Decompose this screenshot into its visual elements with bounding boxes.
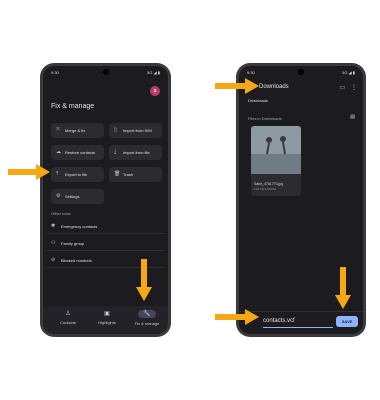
arrow-save [335, 267, 351, 309]
status-indicators-right: 5G ◢ ▮ [342, 70, 355, 75]
export-file-label: Export to file [65, 172, 88, 177]
camera-hole-right [298, 69, 304, 75]
merge-icon: ⤧ [56, 127, 61, 133]
emergency-contacts-item[interactable]: ✱ Emergency contacts [47, 219, 164, 234]
arrow-downloads [215, 78, 259, 94]
downloads-title: Downloads [259, 84, 289, 90]
nav-fix-manage-label: Fix & manage [134, 321, 160, 326]
new-folder-icon[interactable]: ▭ [339, 84, 345, 91]
filename-underline [263, 327, 333, 328]
export-file-button[interactable]: ⤒ Export to file [51, 167, 104, 182]
list-view-icon[interactable]: ▤ [350, 114, 355, 120]
block-icon: ⊘ [51, 257, 56, 263]
cloud-icon: ☁ [56, 149, 61, 155]
nav-fix-manage[interactable]: 🔧 Fix & manage [127, 310, 167, 326]
arrow-fix-manage [136, 259, 152, 301]
import-sim-button[interactable]: ▯ Import from SIM [109, 123, 162, 138]
status-indicators: 5G ◢ ▮ [147, 70, 160, 75]
wrench-icon: 🔧 [138, 310, 156, 318]
family-group-label: Family group [61, 240, 85, 246]
trash-icon: 🗑 [114, 171, 121, 177]
sim-icon: ▯ [114, 127, 117, 133]
nav-highlights-label: Highlights [98, 320, 116, 325]
breadcrumb[interactable]: Downloads [248, 98, 268, 103]
save-button[interactable]: SAVE [336, 316, 358, 327]
gear-icon: ⚙ [56, 193, 61, 199]
page-title: Fix & manage [51, 103, 95, 110]
trash-button[interactable]: 🗑 Trash [109, 167, 162, 182]
more-options-icon[interactable]: ⋮ [351, 84, 357, 91]
import-file-label: Import from file [123, 150, 150, 155]
nav-contacts[interactable]: ♙ Contacts [48, 310, 88, 325]
group-icon: ⚇ [51, 240, 56, 246]
file-name: Saint_4781770.jpg [254, 182, 284, 186]
arrow-filename [215, 309, 259, 325]
filename-input[interactable]: contacts.vcf [263, 318, 295, 324]
restore-contacts-button[interactable]: ☁ Restore contacts [51, 145, 104, 160]
emergency-icon: ✱ [51, 223, 56, 229]
other-tools-label: Other tools [51, 211, 71, 216]
settings-label: Settings [65, 194, 80, 199]
highlights-icon: ▣ [104, 311, 110, 317]
family-group-item[interactable]: ⚇ Family group [47, 236, 164, 251]
upload-icon: ⤒ [56, 171, 59, 177]
emergency-contacts-label: Emergency contacts [61, 223, 98, 229]
nav-contacts-label: Contacts [60, 320, 76, 325]
person-icon: ♙ [65, 311, 71, 317]
restore-contacts-label: Restore contacts [65, 150, 96, 155]
files-label: Files in Downloads [248, 116, 282, 121]
arrow-export-to-file [8, 164, 50, 180]
download-icon: ⤓ [114, 149, 117, 155]
photo-thumbnail [251, 126, 301, 174]
import-file-button[interactable]: ⤓ Import from file [109, 145, 162, 160]
status-time-right: 9:30 [247, 70, 255, 75]
file-meta: 123 KB 9:08 PM [254, 187, 276, 191]
bottom-nav: ♙ Contacts ▣ Highlights 🔧 Fix & manage [43, 306, 168, 334]
import-sim-label: Import from SIM [123, 128, 152, 133]
blocked-numbers-label: Blocked numbers [61, 257, 92, 263]
merge-fix-label: Merge & fix [65, 128, 86, 133]
avatar[interactable]: a [150, 86, 160, 96]
status-time: 9:30 [51, 70, 59, 75]
trash-label: Trash [123, 172, 134, 177]
nav-active-indicator: 🔧 [127, 310, 167, 318]
merge-fix-button[interactable]: ⤧ Merge & fix [51, 123, 104, 138]
file-thumbnail-card[interactable]: Saint_4781770.jpg 123 KB 9:08 PM [251, 126, 301, 196]
settings-button[interactable]: ⚙ Settings [51, 189, 104, 204]
camera-hole [102, 69, 109, 75]
nav-highlights[interactable]: ▣ Highlights [87, 310, 127, 325]
